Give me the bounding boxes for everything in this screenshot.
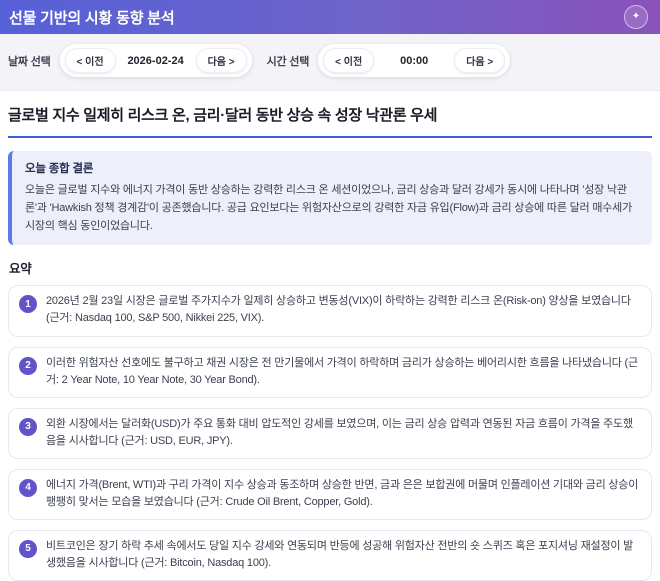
time-selector: < 이전 00:00 다음 > [318,44,511,77]
time-prev-button[interactable]: < 이전 [323,48,375,73]
page-title: 선물 기반의 시황 동향 분석 [9,9,175,27]
summary-item-text: 이러한 위험자산 선호에도 불구하고 채권 시장은 전 만기물에서 가격이 하락… [46,356,638,386]
item-number-badge: 5 [19,539,37,558]
summary-item: 3 외환 시장에서는 달러화(USD)가 주요 통화 대비 압도적인 강세를 보… [8,407,652,459]
summary-item-text: 에너지 가격(Brent, WTI)과 구리 가격이 지수 상승과 동조하며 상… [46,478,639,508]
summary-item: 5 비트코인은 장기 하락 추세 속에서도 당일 지수 강세와 연동되며 반등에… [8,529,652,581]
summary-heading: 요약 [9,262,32,277]
conclusion-box: 오늘 종합 결론 오늘은 글로벌 지수와 에너지 가격이 동반 상승하는 강력한… [8,151,652,246]
conclusion-heading: 오늘 종합 결론 [25,163,94,175]
report-content: 글로벌 지수 일제히 리스크 온, 금리·달러 동반 상승 속 성장 낙관론 우… [0,91,660,581]
summary-item: 1 2026년 2월 23일 시장은 글로벌 주가지수가 일제히 상승하고 변동… [8,285,652,337]
conclusion-body: 오늘은 글로벌 지수와 에너지 가격이 동반 상승하는 강력한 리스크 온 세션… [25,184,632,232]
time-next-button[interactable]: 다음 > [454,48,506,73]
report-title: 글로벌 지수 일제히 리스크 온, 금리·달러 동반 상승 속 성장 낙관론 우… [8,100,652,138]
summary-item: 2 이러한 위험자산 선호에도 불구하고 채권 시장은 전 만기물에서 가격이 … [8,346,652,398]
time-value: 00:00 [400,54,429,67]
theme-toggle-button[interactable]: ✦ [624,5,648,29]
sparkle-icon: ✦ [631,11,641,22]
summary-item-text: 외환 시장에서는 달러화(USD)가 주요 통화 대비 압도적인 강세를 보였으… [46,417,633,447]
toolbar: 날짜 선택 < 이전 2026-02-24 다음 > 시간 선택 < 이전 00… [0,34,660,91]
app-header: 선물 기반의 시황 동향 분석 ✦ [0,0,660,34]
time-select-label: 시간 선택 [266,55,310,68]
date-select-label: 날짜 선택 [8,55,51,68]
item-number-badge: 1 [19,295,37,314]
item-number-badge: 3 [19,417,37,436]
date-next-button[interactable]: 다음 > [195,48,247,73]
date-selector: < 이전 2026-02-24 다음 > [59,44,252,77]
summary-item: 4 에너지 가격(Brent, WTI)과 구리 가격이 지수 상승과 동조하며… [8,468,652,520]
item-number-badge: 2 [19,356,37,375]
item-number-badge: 4 [19,478,37,497]
date-prev-button[interactable]: < 이전 [64,48,116,73]
summary-item-text: 비트코인은 장기 하락 추세 속에서도 당일 지수 강세와 연동되며 반등에 성… [46,539,634,569]
date-value: 2026-02-24 [127,54,184,67]
summary-item-text: 2026년 2월 23일 시장은 글로벌 주가지수가 일제히 상승하고 변동성(… [46,295,631,325]
